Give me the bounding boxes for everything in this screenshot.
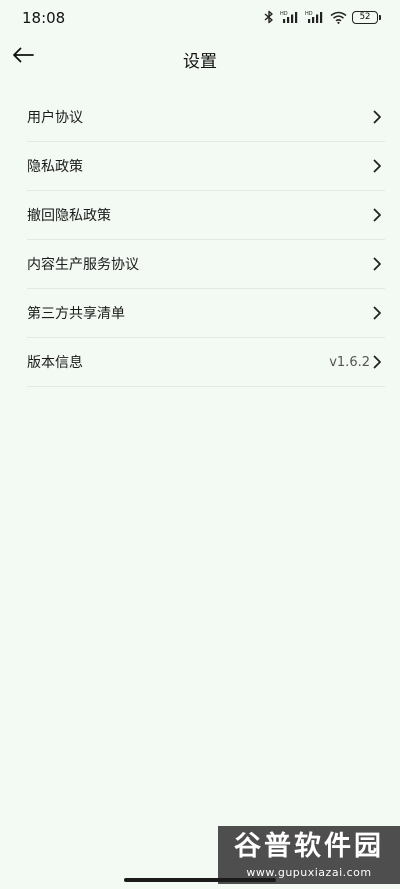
menu-item-label: 隐私政策 (27, 159, 83, 175)
watermark: 谷普软件园 www.gupuxiazai.com (218, 826, 400, 884)
status-icons: HD HD 52 (263, 10, 381, 24)
bluetooth-icon (263, 10, 275, 24)
svg-text:HD: HD (280, 11, 288, 17)
menu-item-content-service-agreement[interactable]: 内容生产服务协议 (27, 240, 385, 289)
menu-item-user-agreement[interactable]: 用户协议 (27, 93, 385, 142)
chevron-right-icon (373, 306, 382, 320)
menu-item-version-info[interactable]: 版本信息 v1.6.2 (27, 338, 385, 387)
status-time: 18:08 (22, 9, 66, 27)
battery-icon: 52 (352, 10, 381, 24)
chevron-right-icon (373, 355, 382, 369)
chevron-right-icon (373, 208, 382, 222)
page-title: 设置 (183, 52, 217, 72)
menu-item-label: 第三方共享清单 (27, 306, 125, 322)
settings-menu: 用户协议 隐私政策 撤回隐私政策 内容生产服务协议 第三方共享清单 版本信息 v… (27, 93, 385, 387)
chevron-right-icon (373, 110, 382, 124)
home-indicator[interactable] (124, 878, 276, 882)
menu-item-revoke-privacy[interactable]: 撤回隐私政策 (27, 191, 385, 240)
menu-item-label: 内容生产服务协议 (27, 257, 139, 273)
chevron-right-icon (373, 257, 382, 271)
menu-item-label: 版本信息 (27, 355, 83, 371)
chevron-right-icon (373, 159, 382, 173)
svg-text:HD: HD (305, 11, 313, 17)
header: 设置 (0, 36, 400, 82)
wifi-icon (330, 11, 347, 24)
menu-item-privacy-policy[interactable]: 隐私政策 (27, 142, 385, 191)
watermark-title: 谷普软件园 (234, 831, 384, 862)
menu-item-third-party-sharing[interactable]: 第三方共享清单 (27, 289, 385, 338)
menu-item-label: 撤回隐私政策 (27, 208, 111, 224)
menu-item-label: 用户协议 (27, 110, 83, 126)
hd-signal-icon: HD (305, 10, 325, 24)
version-value: v1.6.2 (329, 354, 370, 370)
hd-signal-icon: HD (280, 10, 300, 24)
status-bar: 18:08 HD HD 52 (0, 0, 400, 36)
